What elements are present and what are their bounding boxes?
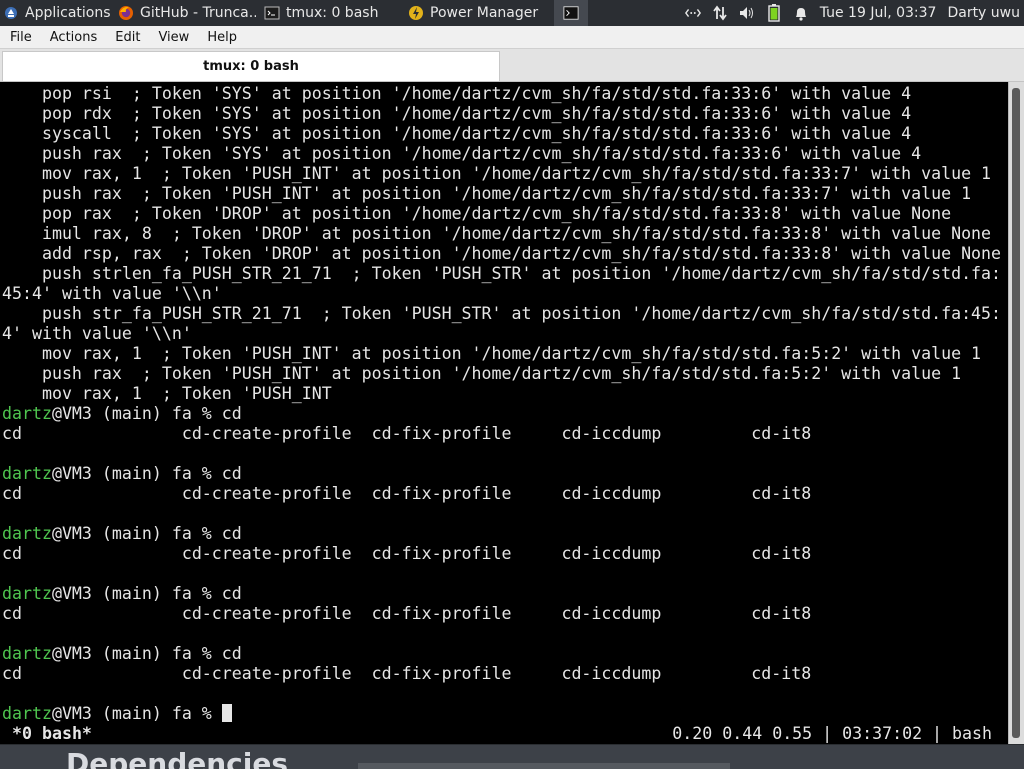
output-line: mov rax, 1 ; Token 'PUSH_INT [2,384,332,403]
prompt-line: dartz@VM3 (main) fa % cd [0,524,1008,544]
completion-line: cd cd-create-profile cd-fix-profile cd-i… [2,484,812,503]
menu-help[interactable]: Help [198,30,246,45]
taskbar-item-label: GitHub - Trunca... [140,5,256,21]
output-line: push strlen_fa_PUSH_STR_21_71 ; Token 'P… [2,264,1002,283]
output-line: syscall ; Token 'SYS' at position '/home… [2,124,912,143]
prompt-user: dartz [2,464,52,483]
completion-line: cd cd-create-profile cd-fix-profile cd-i… [2,544,812,563]
background-window[interactable]: Dependencies [0,744,1024,769]
terminal-scrollbar[interactable] [1008,82,1024,744]
prompt-user: dartz [2,704,52,723]
prompt-line: dartz@VM3 (main) fa % cd [0,584,1008,604]
prompt-host: @VM3 (main) fa % [51,404,222,423]
output-line: 45:4' with value '\\n' [2,284,222,303]
prompt-command: cd [221,584,242,603]
prompt-line: dartz@VM3 (main) fa % cd [0,464,1008,484]
terminal-icon [563,5,579,21]
text-cursor [221,704,232,722]
terminal-view[interactable]: pop rsi ; Token 'SYS' at position '/home… [0,82,1008,744]
applications-menu[interactable]: Applications [0,0,110,26]
output-line: mov rax, 1 ; Token 'PUSH_INT' at positio… [2,164,992,183]
background-window-bar [358,763,730,769]
tab-bar: tmux: 0 bash [0,49,1024,82]
output-line: imul rax, 8 ; Token 'DROP' at position '… [2,224,992,243]
transfer-icon[interactable] [712,5,728,21]
output-line: push rax ; Token 'PUSH_INT' at position … [2,364,962,383]
completion-line: cd cd-create-profile cd-fix-profile cd-i… [2,664,812,683]
battery-icon[interactable] [766,4,782,22]
prompt-user: dartz [2,404,52,423]
clock[interactable]: Tue 19 Jul, 03:37 [820,5,937,21]
applications-icon [3,5,19,21]
menu-file[interactable]: File [0,30,41,45]
prompt-host: @VM3 (main) fa % [51,584,222,603]
menu-actions[interactable]: Actions [41,30,107,45]
network-icon[interactable] [684,5,701,21]
menu-edit[interactable]: Edit [106,30,149,45]
menu-view[interactable]: View [149,30,198,45]
scrollbar-thumb[interactable] [1012,88,1020,738]
volume-icon[interactable] [739,5,755,21]
taskbar-item-label: Power Manager [430,5,539,21]
prompt-host: @VM3 (main) fa % [51,644,222,663]
output-line: add rsp, rax ; Token 'DROP' at position … [2,244,1002,263]
top-panel: Applications GitHub - Trunca... tmux: 0 … [0,0,1024,26]
prompt-user: dartz [2,524,52,543]
output-line: pop rax ; Token 'DROP' at position '/hom… [2,204,952,223]
output-line: pop rsi ; Token 'SYS' at position '/home… [2,84,912,103]
active-prompt-line[interactable]: dartz@VM3 (main) fa % [0,704,1008,724]
prompt-command: cd [221,464,242,483]
prompt-host: @VM3 (main) fa % [51,524,222,543]
output-line: push rax ; Token 'SYS' at position '/hom… [2,144,922,163]
taskbar-item-terminal[interactable] [554,0,588,26]
prompt-command: cd [221,644,242,663]
tab-title: tmux: 0 bash [203,59,299,74]
background-window-heading: Dependencies [66,747,289,769]
output-line: push str_fa_PUSH_STR_21_71 ; Token 'PUSH… [2,304,1002,323]
menu-bar: File Actions Edit View Help [0,26,1024,49]
prompt-command: cd [221,524,242,543]
prompt-line: dartz@VM3 (main) fa % cd [0,404,1008,424]
tmux-status-info: 0.20 0.44 0.55 | 03:37:02 | bash [672,724,992,743]
tmux-status-line: *0 bash* 0.20 0.44 0.55 | 03:37:02 | bas… [0,724,1008,744]
prompt-command: cd [221,404,242,423]
output-line: 4' with value '\\n' [2,324,192,343]
system-tray: Tue 19 Jul, 03:37 Darty uwu [684,4,1024,22]
terminal-icon [264,5,280,21]
notification-bell-icon[interactable] [793,5,809,21]
tmux-window-list[interactable]: *0 bash* [12,724,92,744]
firefox-icon [118,5,134,21]
completion-line: cd cd-create-profile cd-fix-profile cd-i… [2,424,812,443]
prompt-host: @VM3 (main) fa % [51,464,222,483]
prompt-host: @VM3 (main) fa % [51,704,222,723]
prompt-user: dartz [2,584,52,603]
tab-tmux[interactable]: tmux: 0 bash [2,51,500,81]
user-menu[interactable]: Darty uwu [947,5,1020,21]
output-line: mov rax, 1 ; Token 'PUSH_INT' at positio… [2,344,982,363]
completion-line: cd cd-create-profile cd-fix-profile cd-i… [2,604,812,623]
applications-label: Applications [25,5,110,21]
taskbar-item-tmux[interactable]: tmux: 0 bash [256,0,400,26]
prompt-line: dartz@VM3 (main) fa % cd [0,644,1008,664]
taskbar-item-label: tmux: 0 bash [286,5,379,21]
prompt-user: dartz [2,644,52,663]
output-line: push rax ; Token 'PUSH_INT' at position … [2,184,972,203]
taskbar-item-github[interactable]: GitHub - Trunca... [110,0,256,26]
output-line: pop rdx ; Token 'SYS' at position '/home… [2,104,912,123]
power-manager-icon [408,5,424,21]
taskbar-item-power-manager[interactable]: Power Manager [400,0,550,26]
